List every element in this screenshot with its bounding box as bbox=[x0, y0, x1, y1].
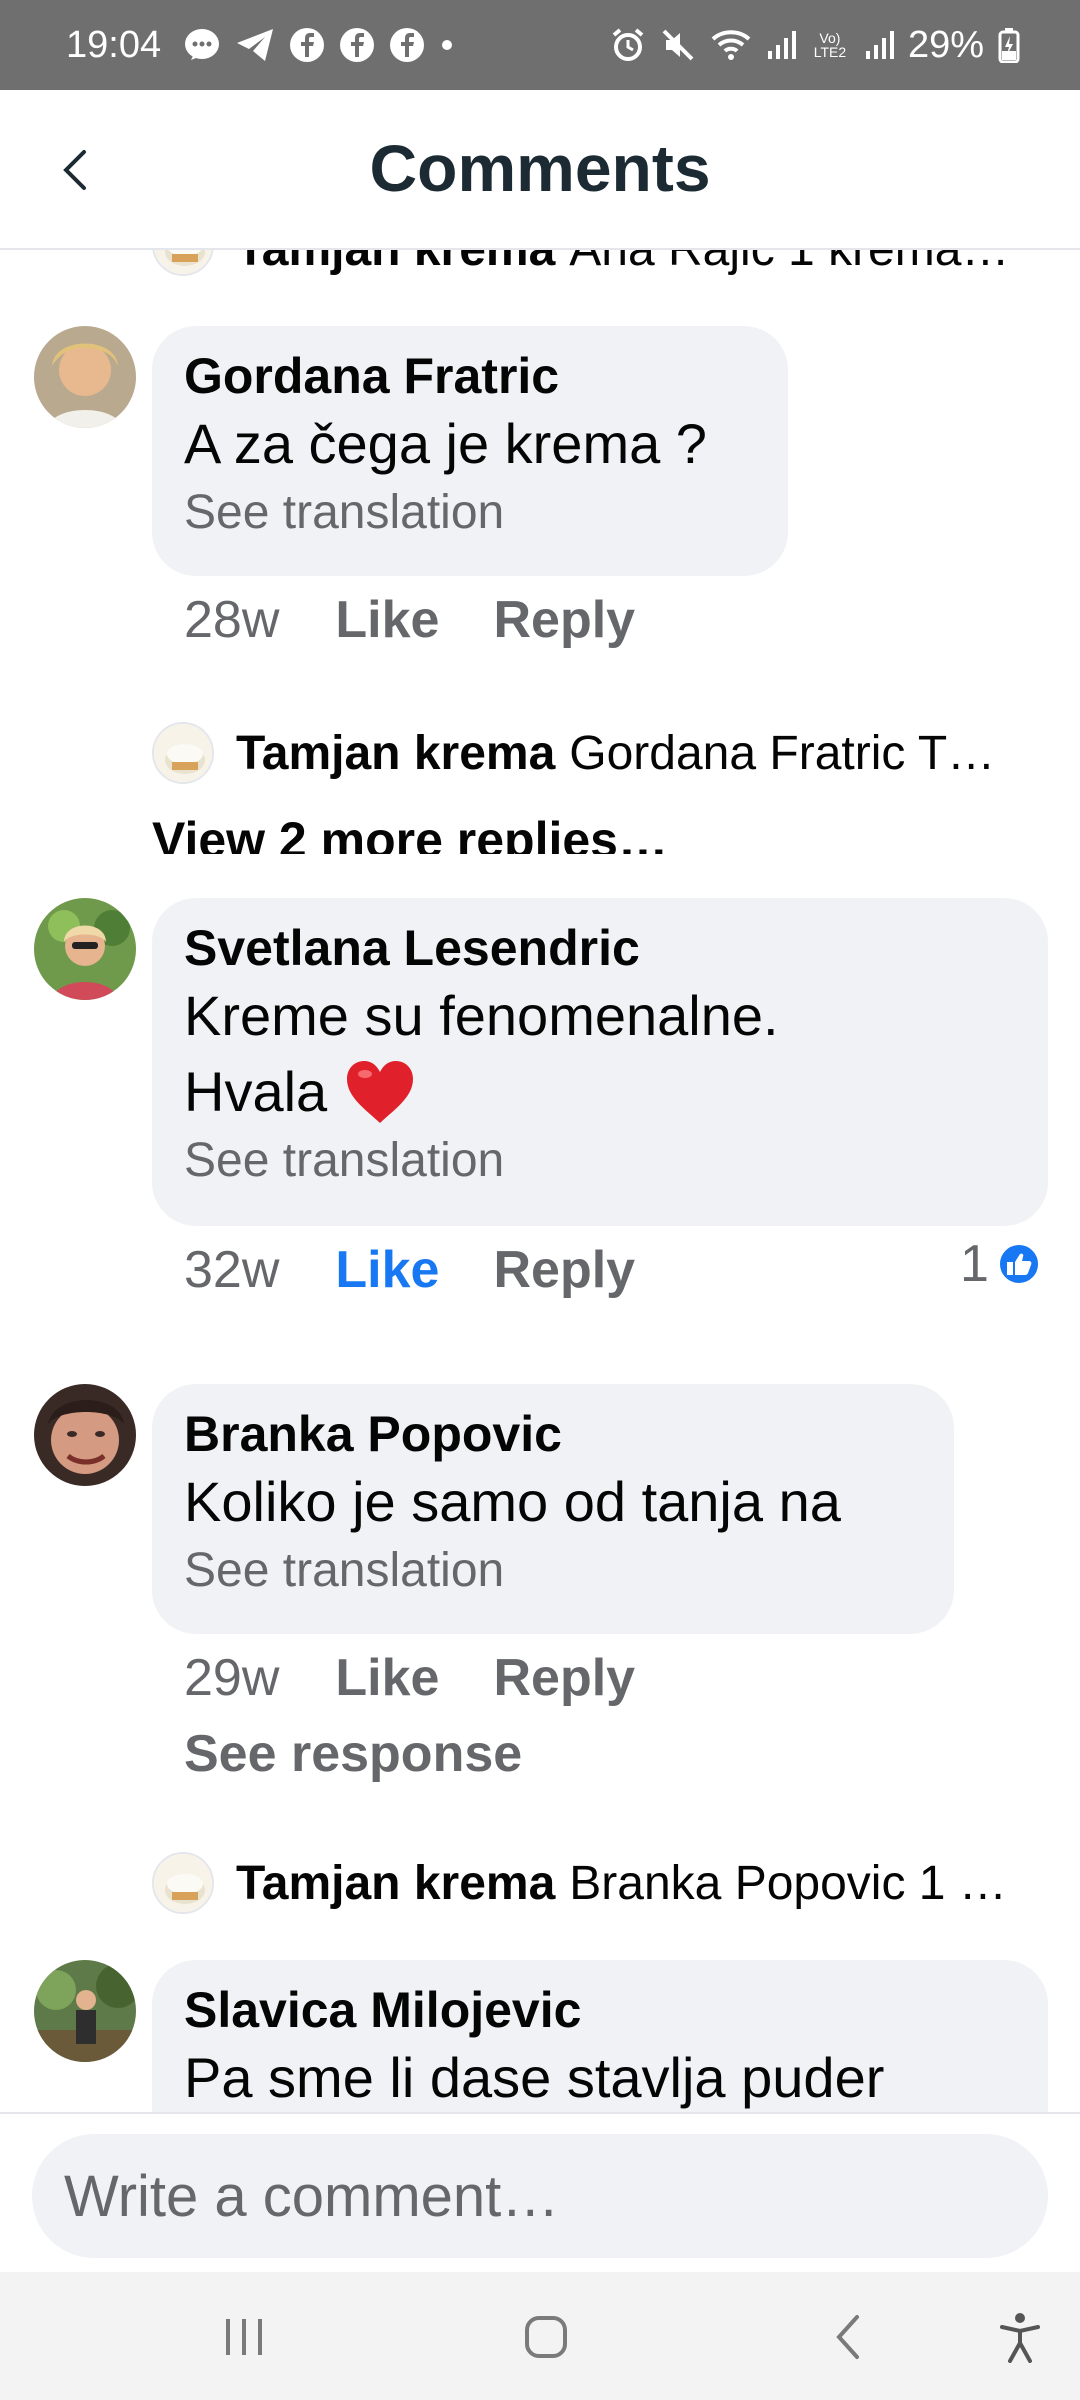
comment-author[interactable]: Svetlana Lesendric bbox=[184, 918, 1016, 978]
facebook-icon bbox=[389, 27, 425, 63]
like-button[interactable]: Like bbox=[335, 1240, 439, 1300]
comment-text: Pa sme li dase stavlja puder bbox=[184, 2046, 885, 2109]
comment-text: Koliko je samo od tanja na bbox=[184, 1470, 841, 1533]
back-nav-button[interactable] bbox=[808, 2302, 888, 2372]
volte-icon: Vo) LTE2 bbox=[813, 30, 847, 60]
like-button[interactable]: Like bbox=[335, 590, 439, 650]
comment-time[interactable]: 29w bbox=[184, 1648, 279, 1708]
notification-dot-icon bbox=[439, 37, 455, 53]
reply-button[interactable]: Reply bbox=[493, 1648, 635, 1708]
battery-charging-icon bbox=[998, 27, 1020, 63]
header: Comments bbox=[0, 90, 1080, 250]
back-icon bbox=[836, 2315, 859, 2359]
comment-author[interactable]: Branka Popovic bbox=[184, 1404, 922, 1464]
comment-author[interactable]: Slavica Milojevic bbox=[184, 1980, 1016, 2040]
comment-text: Kreme su fenomenalne. bbox=[184, 984, 779, 1047]
status-bar: 19:04 Vo) LTE2 29% bbox=[0, 0, 1080, 90]
comment-text: Hvala bbox=[184, 1060, 328, 1123]
reply-author: Tamjan krema bbox=[236, 1857, 556, 1910]
signal-icon bbox=[766, 29, 796, 61]
see-translation-link[interactable]: See translation bbox=[184, 482, 756, 544]
avatar[interactable] bbox=[34, 326, 136, 428]
see-response-link[interactable]: See response bbox=[184, 1724, 522, 1784]
comment-actions: 28w Like Reply bbox=[184, 590, 689, 650]
page-title: Comments bbox=[369, 131, 711, 205]
comment-author[interactable]: Gordana Fratric bbox=[184, 346, 756, 406]
recent-apps-icon bbox=[226, 2319, 262, 2355]
system-nav-bar bbox=[0, 2272, 1080, 2400]
comment-time[interactable]: 32w bbox=[184, 1240, 279, 1300]
comment-text: A za čega je krema ? bbox=[184, 412, 707, 475]
comment-actions: 29w Like Reply bbox=[184, 1648, 689, 1708]
comments-list[interactable]: Tamjan krema Ana Rajic 1 krema… Gordana … bbox=[0, 250, 1080, 2112]
reply-button[interactable]: Reply bbox=[493, 1240, 635, 1300]
accessibility-icon bbox=[1000, 2313, 1040, 2363]
like-button[interactable]: Like bbox=[335, 1648, 439, 1708]
reply-preview[interactable]: Tamjan krema Gordana Fratric T… bbox=[236, 726, 1042, 781]
comment-text-line2: Hvala bbox=[184, 1054, 1016, 1130]
thumbs-up-icon bbox=[996, 1242, 1041, 1286]
reply-preview[interactable]: Tamjan krema Branka Popovic 1 … bbox=[236, 1856, 1042, 1911]
battery-percent: 29% bbox=[907, 23, 984, 66]
avatar[interactable] bbox=[34, 1960, 136, 2062]
mute-icon bbox=[660, 27, 696, 63]
avatar[interactable] bbox=[152, 1852, 214, 1914]
see-translation-link[interactable]: See translation bbox=[184, 1130, 1016, 1192]
reply-text: Branka Popovic 1 … bbox=[569, 1857, 1007, 1910]
accessibility-button[interactable] bbox=[980, 2302, 1060, 2372]
reply-button[interactable]: Reply bbox=[493, 590, 635, 650]
comment-bubble[interactable]: Gordana Fratric A za čega je krema ? See… bbox=[152, 326, 788, 576]
telegram-icon bbox=[235, 27, 275, 63]
home-button[interactable] bbox=[506, 2302, 586, 2372]
view-more-replies-link[interactable]: View 2 more replies… bbox=[152, 810, 668, 854]
reaction-count[interactable]: 1 bbox=[960, 1234, 1041, 1294]
comment-actions: 32w Like Reply bbox=[184, 1240, 689, 1300]
status-time: 19:04 bbox=[66, 23, 162, 66]
comment-time[interactable]: 28w bbox=[184, 590, 279, 650]
avatar[interactable] bbox=[34, 898, 136, 1000]
status-right: Vo) LTE2 29% bbox=[610, 24, 1020, 67]
home-icon bbox=[525, 2316, 567, 2358]
status-left: 19:04 bbox=[66, 24, 455, 67]
reply-author: Tamjan krema bbox=[236, 250, 555, 277]
comment-input[interactable] bbox=[32, 2134, 1048, 2258]
see-translation-link[interactable]: See translation bbox=[184, 1540, 922, 1602]
comment-bubble[interactable]: Branka Popovic Koliko je samo od tanja n… bbox=[152, 1384, 954, 1634]
alarm-icon bbox=[610, 27, 646, 63]
comment-bubble[interactable]: Slavica Milojevic Pa sme li dase stavlja… bbox=[152, 1960, 1048, 2112]
recent-apps-button[interactable] bbox=[204, 2302, 284, 2372]
avatar[interactable] bbox=[152, 722, 214, 784]
heart-icon bbox=[347, 1061, 414, 1123]
reply-preview[interactable]: Tamjan krema Ana Rajic 1 krema… bbox=[236, 250, 1042, 277]
comment-composer bbox=[0, 2112, 1080, 2272]
reply-text: Gordana Fratric T… bbox=[569, 727, 996, 780]
facebook-icon bbox=[339, 27, 375, 63]
facebook-icon bbox=[289, 27, 325, 63]
reaction-number: 1 bbox=[960, 1235, 989, 1293]
avatar[interactable] bbox=[152, 250, 214, 276]
reply-text: Ana Rajic 1 krema… bbox=[569, 250, 1009, 277]
comment-bubble[interactable]: Svetlana Lesendric Kreme su fenomenalne.… bbox=[152, 898, 1048, 1226]
wifi-icon bbox=[710, 27, 752, 63]
reply-author: Tamjan krema bbox=[236, 727, 556, 780]
avatar[interactable] bbox=[34, 1384, 136, 1486]
messenger-icon bbox=[183, 26, 221, 64]
signal-icon bbox=[864, 29, 894, 61]
